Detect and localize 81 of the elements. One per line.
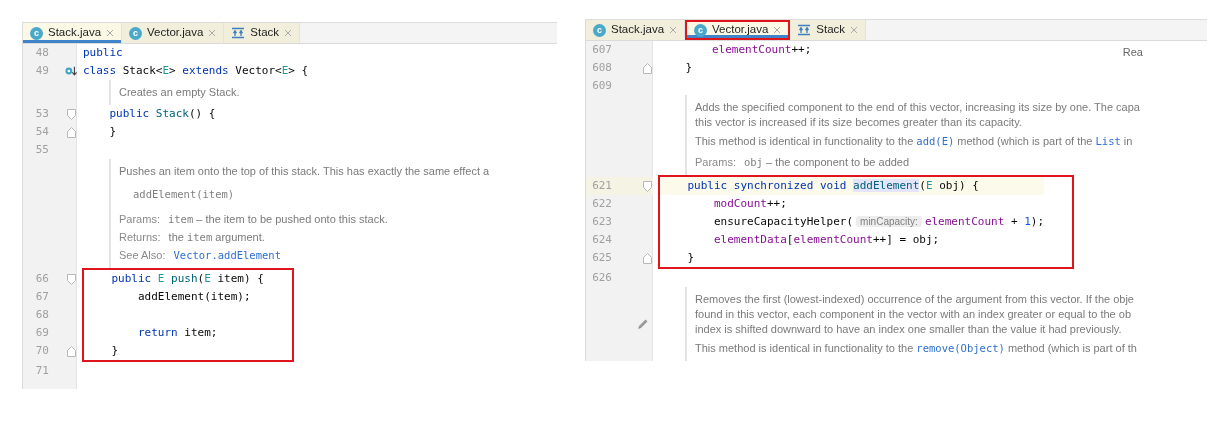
- doc-text: Params: item – the item to be pushed onto this stack.: [119, 212, 389, 227]
- class-icon: c: [593, 23, 606, 37]
- code-line: }: [110, 342, 119, 359]
- pencil-icon: [637, 318, 649, 330]
- close-icon: [773, 26, 782, 34]
- editor-tab[interactable]: c Vector.java: [122, 23, 225, 43]
- circle-arrow-icon: [65, 65, 77, 77]
- doc-text: This method is identical in functionality to the add(E) method (which is part of the List in: [695, 134, 1134, 149]
- doc-text: Returns: the item argument.: [119, 230, 266, 245]
- code-line: elementCount++;: [710, 41, 812, 58]
- line-number: 49: [34, 62, 49, 79]
- code-line: addElement(item);: [136, 288, 251, 305]
- line-number: 48: [34, 44, 49, 61]
- close-icon: [850, 26, 859, 34]
- structure-icon: [231, 27, 246, 39]
- close-icon: [208, 29, 217, 37]
- fold-icon: [66, 108, 76, 120]
- line-number: 625: [591, 249, 612, 266]
- code-line: }: [108, 123, 117, 140]
- doc-text: Creates an empty Stack.: [119, 85, 240, 100]
- line-number: 54: [34, 123, 49, 140]
- doc-link[interactable]: Vector.addElement: [173, 249, 281, 261]
- code-line: public Stack() {: [108, 105, 216, 122]
- line-number: 68: [34, 306, 49, 323]
- code-line: elementData[elementCount++] = obj;: [712, 231, 940, 248]
- editor-tab[interactable]: c Stack.java: [586, 20, 686, 40]
- doc-text: Removes the first (lowest-indexed) occurrence of the argument from this vector. If the obje: [695, 292, 1135, 307]
- editor-tab[interactable]: Stack: [790, 20, 867, 40]
- line-number: 70: [34, 342, 49, 359]
- code-line: ensureCapacityHelper( minCapacity: elementCount + 1);: [712, 213, 1045, 230]
- editor-tab[interactable]: Stack: [224, 23, 301, 43]
- fold-icon: [642, 62, 652, 74]
- class-icon: c: [129, 26, 143, 40]
- close-icon: [106, 29, 115, 37]
- line-number: 621: [591, 177, 612, 194]
- line-number: 71: [34, 362, 49, 379]
- code-line: class Stack<E> extends Vector<E> {: [83, 62, 309, 79]
- structure-icon: [797, 24, 812, 36]
- doc-text: index is shifted downward to have an index one smaller than the value it had previously.: [695, 322, 1123, 337]
- close-icon: [669, 26, 678, 34]
- line-number: 66: [34, 270, 49, 287]
- code-line: }: [684, 59, 693, 76]
- line-number: 55: [34, 141, 49, 158]
- line-number: 53: [34, 105, 49, 122]
- class-icon: c: [30, 26, 43, 40]
- fold-icon: [66, 126, 76, 138]
- fold-icon: [66, 345, 76, 357]
- close-icon: [284, 29, 293, 37]
- doc-text: This method is identical in functionality to the remove(Object) method (which is part of th: [695, 341, 1137, 356]
- code-line: public: [83, 44, 123, 61]
- reader-mode-label[interactable]: Rea: [1122, 44, 1143, 61]
- editor-tab[interactable]: c Stack.java: [23, 23, 123, 43]
- code-line: return item;: [136, 324, 218, 341]
- doc-link[interactable]: List: [1095, 135, 1121, 147]
- fold-icon: [642, 252, 652, 264]
- code-line: }: [686, 249, 695, 266]
- doc-link[interactable]: add(E): [916, 135, 955, 147]
- doc-text: found in this vector, each component in the vector with an index greater or equal to the ob: [695, 307, 1132, 322]
- line-number: 69: [34, 324, 49, 341]
- line-number: 622: [591, 195, 612, 212]
- line-number: 624: [591, 231, 612, 248]
- doc-text: Adds the specified component to the end of this vector, increasing its size by one. The capa: [695, 100, 1140, 115]
- doc-text: this vector is increased if its size becomes greater than its capacity.: [695, 115, 1023, 130]
- doc-text: Pushes an item onto the top of this stack. This has exactly the same effect a: [119, 164, 490, 179]
- doc-link[interactable]: remove(Object): [916, 342, 1005, 354]
- line-number: 67: [34, 288, 49, 305]
- code-line: public E push(E item) {: [110, 270, 264, 287]
- line-number: 609: [591, 77, 612, 94]
- code-line: modCount++;: [712, 195, 787, 212]
- class-icon: c: [694, 23, 708, 37]
- line-number: 608: [591, 59, 612, 76]
- fold-icon: [642, 180, 652, 192]
- doc-text: See Also: Vector.addElement: [119, 248, 282, 263]
- line-number: 607: [591, 41, 612, 58]
- doc-text: Params: obj – the component to be added: [695, 155, 911, 170]
- line-number: 626: [591, 269, 612, 286]
- fold-icon: [66, 273, 76, 285]
- editor-tab[interactable]: c Vector.java: [685, 20, 791, 40]
- line-number: 623: [591, 213, 612, 230]
- code-line: public synchronized void addElement(E obj) {: [686, 177, 979, 194]
- doc-text: addElement(item): [133, 187, 236, 202]
